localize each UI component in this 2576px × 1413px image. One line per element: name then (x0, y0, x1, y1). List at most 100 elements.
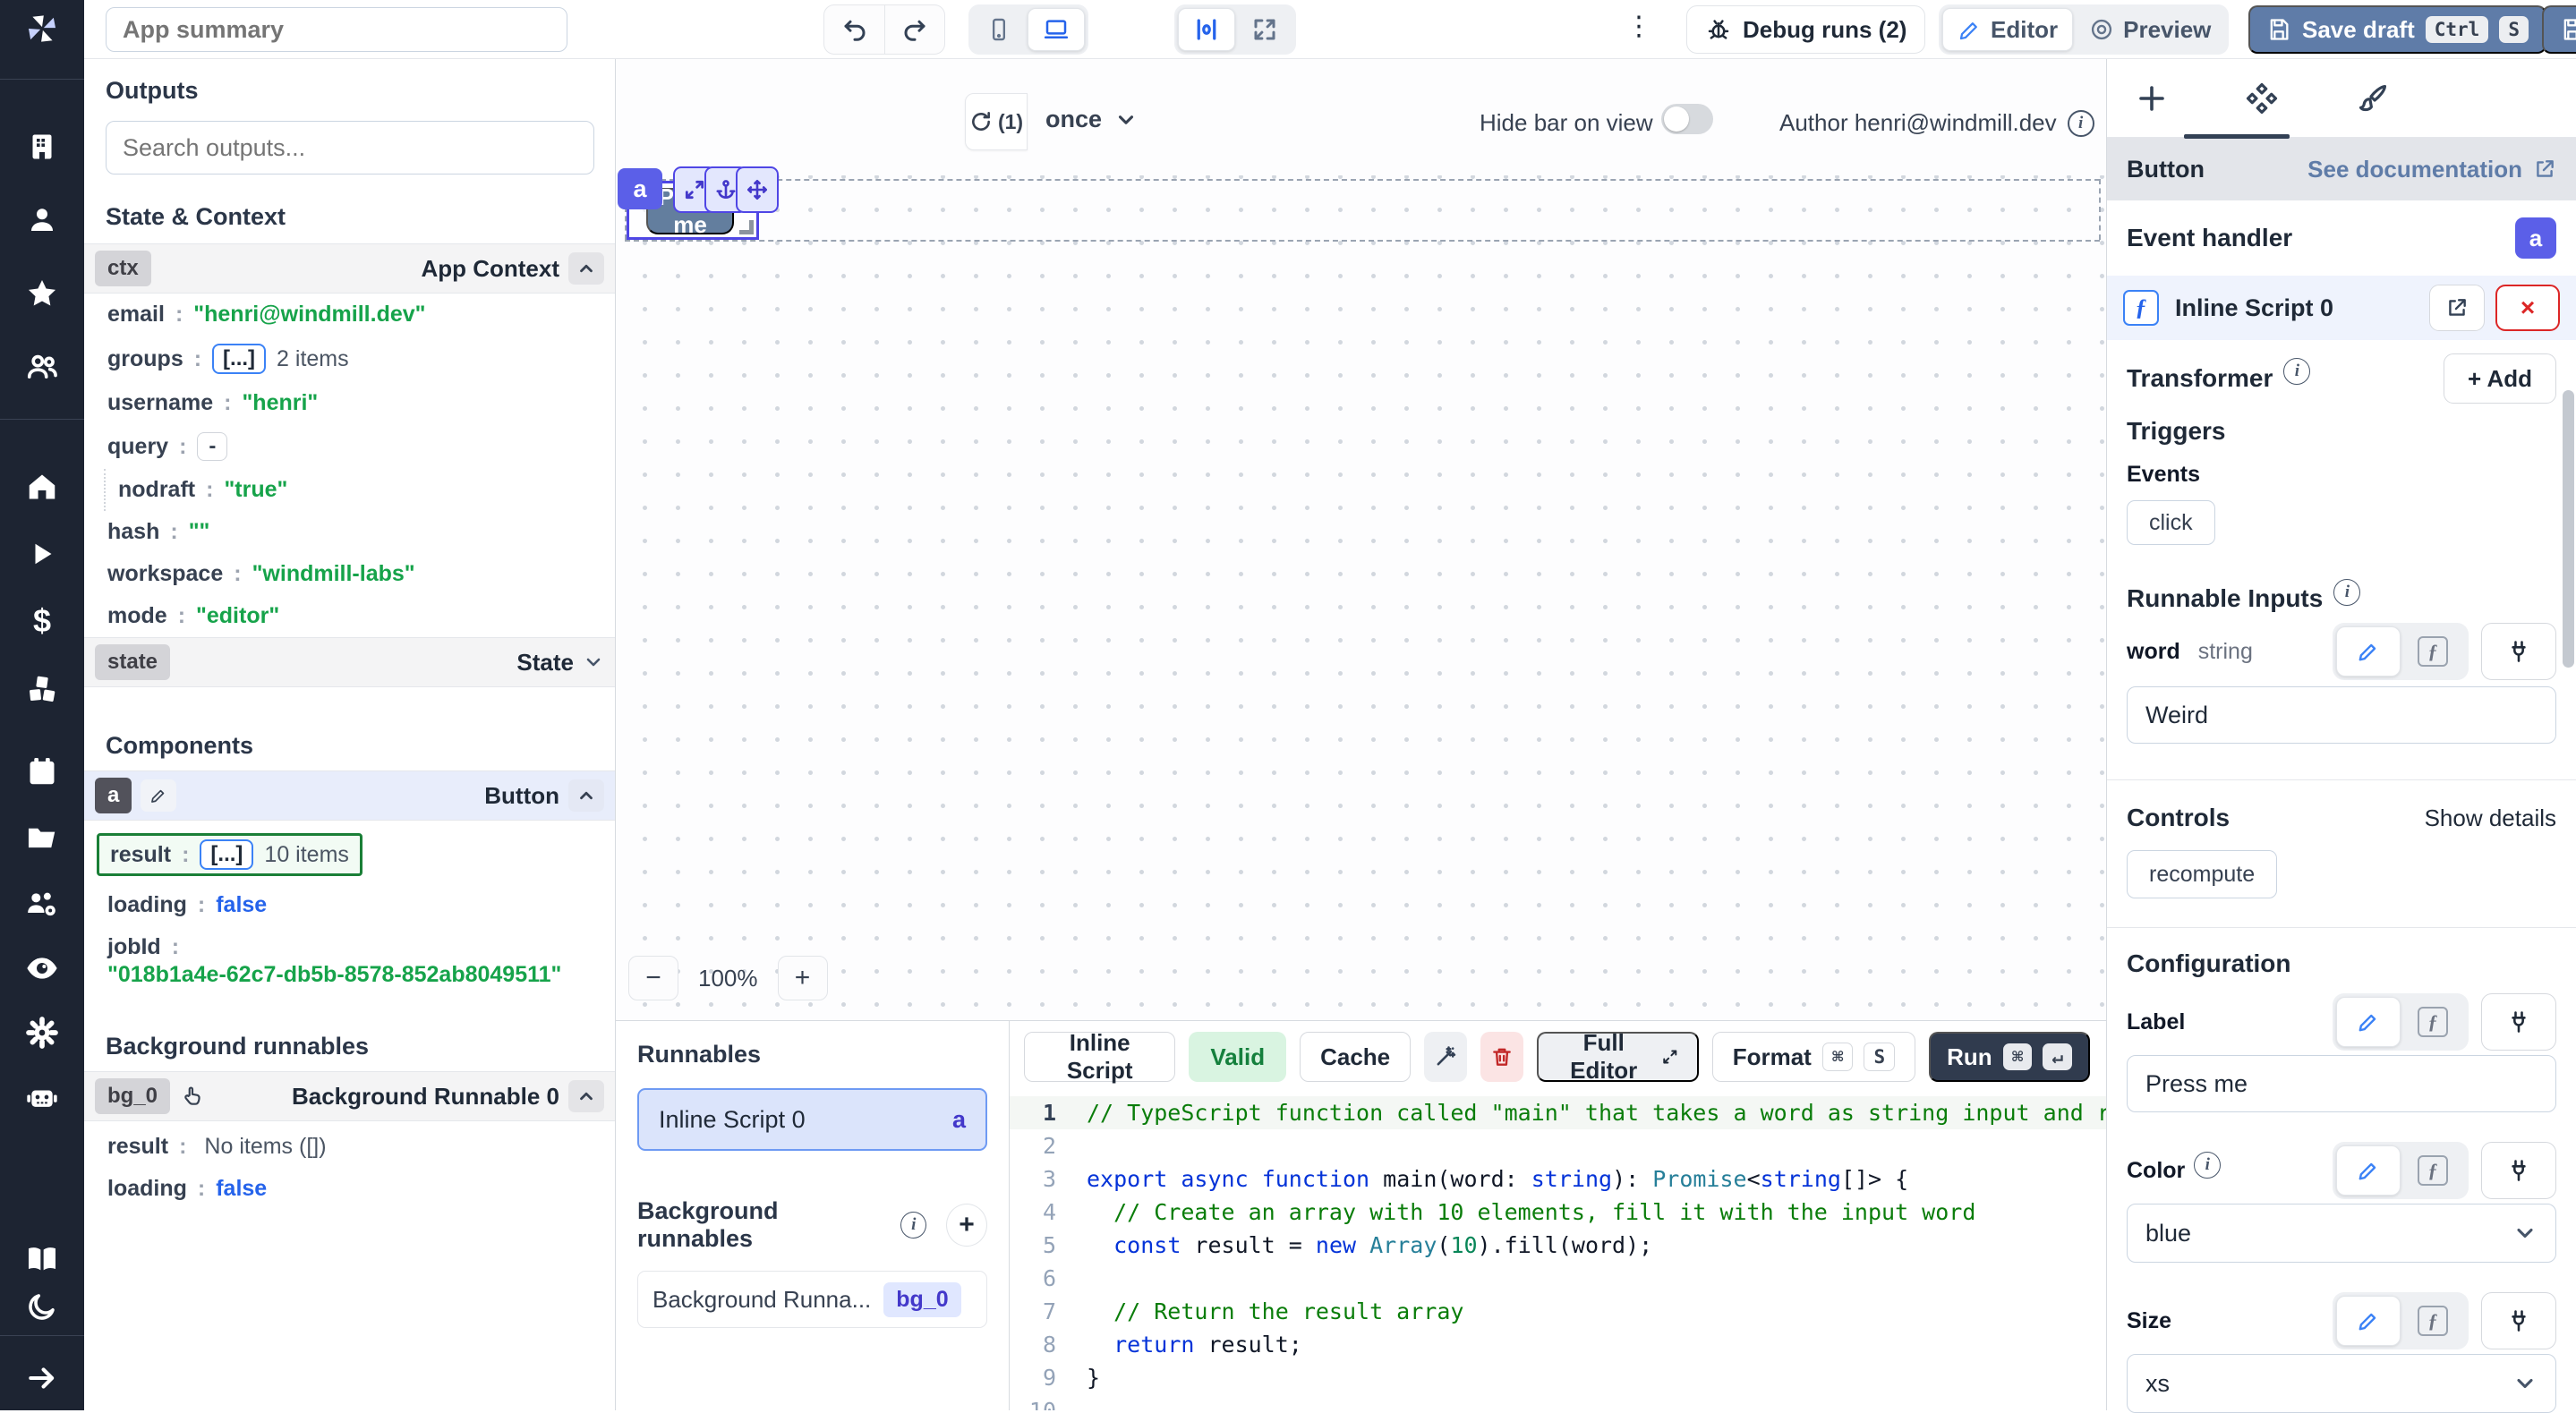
info-icon[interactable]: i (900, 1212, 926, 1239)
mobile-view-button[interactable] (972, 8, 1026, 51)
state-section-header[interactable]: state State (84, 637, 615, 687)
chevron-down-icon[interactable] (583, 651, 604, 673)
format-button[interactable]: Format ⌘ S (1712, 1032, 1915, 1082)
eval-mode-button[interactable]: ƒ (2401, 1296, 2465, 1346)
zoom-in-button[interactable]: + (778, 956, 828, 1000)
more-menu-button[interactable]: ⋮ (1625, 11, 1652, 42)
result-highlight-box[interactable]: result: [...] 10 items (97, 833, 363, 876)
sidebar-item-runs-icon[interactable] (0, 532, 84, 575)
connect-input-button[interactable] (2481, 1292, 2556, 1349)
info-icon[interactable]: i (2068, 110, 2094, 137)
edit-id-pencil-icon[interactable] (141, 779, 176, 812)
app-canvas[interactable]: (1) once Hide bar on view Author henri@w… (616, 59, 2106, 1020)
info-icon[interactable]: i (2194, 1152, 2221, 1179)
sidebar-item-docs-icon[interactable] (0, 1237, 84, 1280)
theme-brush-tab-icon[interactable] (2356, 81, 2390, 115)
sidebar-item-user-icon[interactable] (0, 199, 84, 242)
eval-mode-button[interactable]: ƒ (2401, 626, 2465, 677)
save-draft-button[interactable]: Save draft Ctrl S (2248, 5, 2546, 54)
redo-button[interactable] (884, 5, 944, 54)
full-editor-button[interactable]: Full Editor (1537, 1032, 1698, 1082)
center-canvas-button[interactable] (1178, 8, 1235, 51)
sidebar-item-dark-mode-icon[interactable] (0, 1285, 84, 1328)
cache-button[interactable]: Cache (1300, 1032, 1411, 1082)
connect-input-button[interactable] (2481, 623, 2556, 680)
code-line[interactable]: 3export async function main(word: string… (1010, 1162, 2106, 1196)
runnable-item-bg0[interactable]: Background Runna... bg_0 (637, 1271, 987, 1328)
connect-input-button[interactable] (2481, 993, 2556, 1051)
code-line[interactable]: 5 const result = new Array(10).fill(word… (1010, 1229, 2106, 1262)
editor-tab[interactable]: Editor (1942, 8, 2073, 51)
ai-wand-button[interactable] (1424, 1032, 1467, 1082)
sidebar-item-ai-icon[interactable] (0, 1076, 84, 1119)
app-summary-input[interactable] (106, 7, 567, 52)
eval-mode-button[interactable]: ƒ (2401, 1145, 2465, 1196)
open-script-button[interactable] (2429, 285, 2485, 331)
label-value-input[interactable] (2127, 1055, 2556, 1112)
static-value-mode-button[interactable] (2336, 1145, 2401, 1196)
expand-array-badge[interactable]: [...] (200, 839, 253, 870)
static-value-mode-button[interactable] (2336, 1296, 2401, 1346)
code-editor[interactable]: 1// TypeScript function called "main" th… (1010, 1096, 2106, 1410)
refresh-app-button[interactable]: (1) (965, 93, 1028, 150)
bg0-section-header[interactable]: bg_0 Background Runnable 0 (84, 1071, 615, 1121)
see-documentation-link[interactable]: See documentation (2307, 156, 2556, 183)
add-transformer-button[interactable]: + Add (2444, 353, 2556, 404)
code-line[interactable]: 4 // Create an array with 10 elements, f… (1010, 1196, 2106, 1229)
inline-script-row[interactable]: ƒ Inline Script 0 × (2107, 276, 2576, 340)
chevron-up-icon[interactable] (568, 1080, 604, 1112)
deploy-button[interactable]: Deploy (2542, 5, 2576, 54)
chevron-up-icon[interactable] (568, 779, 604, 812)
inspector-scrollbar[interactable] (2563, 390, 2574, 668)
code-line[interactable]: 8 return result; (1010, 1328, 2106, 1361)
size-select[interactable]: xs (2127, 1354, 2556, 1413)
resize-handle[interactable] (739, 220, 754, 234)
code-line[interactable]: 2 (1010, 1129, 2106, 1162)
component-a-section-header[interactable]: a Button (84, 770, 615, 821)
insert-component-tab-icon[interactable] (2136, 82, 2168, 115)
hide-bar-toggle[interactable] (1661, 104, 1713, 134)
desktop-view-button[interactable] (1028, 8, 1085, 51)
inline-script-tab[interactable]: Inline Script (1024, 1032, 1175, 1082)
eval-mode-button[interactable]: ƒ (2401, 997, 2465, 1047)
add-background-runnable-button[interactable]: + (946, 1204, 987, 1247)
expand-object-badge[interactable]: - (197, 432, 227, 461)
sidebar-item-schedules-icon[interactable] (0, 750, 84, 793)
code-line[interactable]: 6 (1010, 1262, 2106, 1295)
sidebar-item-settings-icon[interactable] (0, 1011, 84, 1054)
debug-runs-button[interactable]: Debug runs (2) (1686, 5, 1925, 54)
static-value-mode-button[interactable] (2336, 626, 2401, 677)
sidebar-item-variables-icon[interactable]: $ (0, 600, 84, 643)
runnable-item-inline-script-0[interactable]: Inline Script 0 a (637, 1088, 987, 1151)
undo-button[interactable] (824, 5, 884, 54)
show-details-link[interactable]: Show details (2425, 804, 2556, 832)
code-line[interactable]: 1// TypeScript function called "main" th… (1010, 1096, 2106, 1129)
info-icon[interactable]: i (2283, 358, 2310, 385)
color-select[interactable]: blue (2127, 1204, 2556, 1263)
move-component-handle[interactable] (736, 166, 779, 213)
sidebar-item-groups-admin-icon[interactable] (0, 882, 84, 925)
ctx-section-header[interactable]: ctx App Context (84, 243, 615, 294)
code-line[interactable]: 7 // Return the result array (1010, 1295, 2106, 1328)
windmill-logo-icon[interactable] (0, 7, 84, 50)
code-line[interactable]: 10 (1010, 1394, 2106, 1410)
sidebar-item-groups-icon[interactable] (0, 345, 84, 388)
static-value-mode-button[interactable] (2336, 997, 2401, 1047)
run-button[interactable]: Run ⌘ ↵ (1929, 1032, 2090, 1082)
code-line[interactable]: 9} (1010, 1361, 2106, 1394)
zoom-out-button[interactable]: − (628, 956, 678, 1000)
preview-tab[interactable]: Preview (2075, 8, 2225, 51)
component-id-badge[interactable]: a (618, 168, 662, 209)
sidebar-item-folders-icon[interactable] (0, 816, 84, 859)
sidebar-item-home-icon[interactable] (0, 465, 84, 508)
sidebar-item-resources-icon[interactable] (0, 667, 84, 710)
sidebar-item-audit-icon[interactable] (0, 947, 84, 990)
chevron-up-icon[interactable] (568, 252, 604, 285)
word-value-input[interactable] (2127, 686, 2556, 744)
sidebar-item-workspace-icon[interactable] (0, 125, 84, 168)
expand-array-badge[interactable]: [...] (212, 344, 266, 374)
schedule-dropdown[interactable]: once (1045, 106, 1138, 133)
info-icon[interactable]: i (2333, 579, 2360, 606)
delete-script-button[interactable] (1480, 1032, 1523, 1082)
component-settings-tab-icon[interactable] (2245, 81, 2279, 115)
